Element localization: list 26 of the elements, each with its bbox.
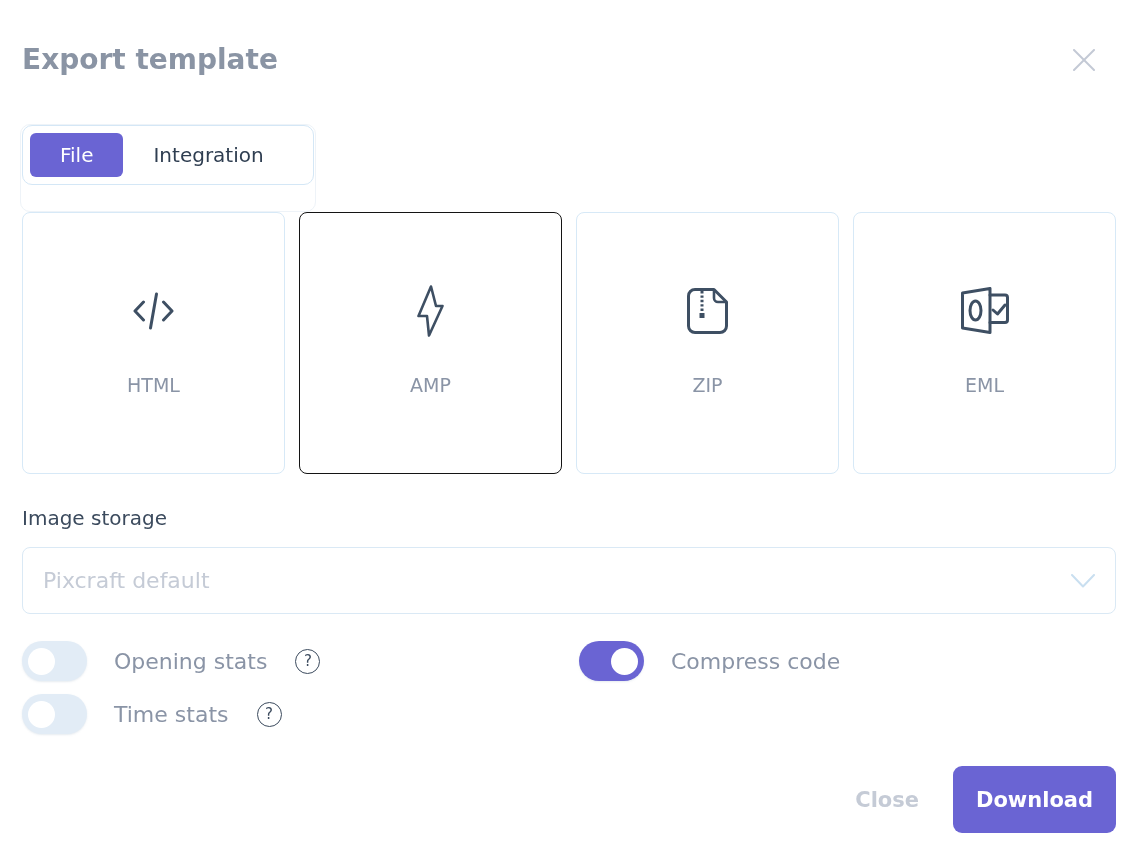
toggle-switch[interactable]	[22, 694, 87, 734]
close-icon[interactable]	[1073, 49, 1095, 71]
code-icon	[133, 291, 174, 330]
dialog-title: Export template	[22, 42, 278, 78]
option-label: Time stats	[114, 701, 229, 727]
format-card[interactable]: EML	[853, 212, 1116, 474]
toggle-switch[interactable]	[22, 641, 87, 681]
chevron-down-icon	[1071, 574, 1095, 588]
toggle-switch[interactable]	[579, 641, 644, 681]
format-card[interactable]: HTML	[22, 212, 285, 474]
format-label: ZIP	[692, 372, 723, 398]
mail-app-icon	[960, 287, 1009, 334]
storage-select[interactable]: Pixcraft default	[22, 547, 1116, 614]
format-label: HTML	[127, 372, 180, 398]
option-label: Opening stats	[114, 648, 268, 674]
tab[interactable]: Integration	[123, 133, 294, 177]
download-button[interactable]: Download	[953, 766, 1116, 833]
field-label: Image storage	[22, 506, 168, 530]
format-card[interactable]: ZIP	[576, 212, 839, 474]
option-label: Compress code	[671, 648, 841, 674]
format-label: AMP	[410, 372, 451, 398]
tab[interactable]: File	[30, 133, 124, 177]
lightning-bolt-icon	[417, 284, 444, 337]
zip-file-icon	[687, 287, 728, 334]
format-card[interactable]: AMP	[299, 212, 562, 474]
format-label: EML	[965, 372, 1004, 398]
